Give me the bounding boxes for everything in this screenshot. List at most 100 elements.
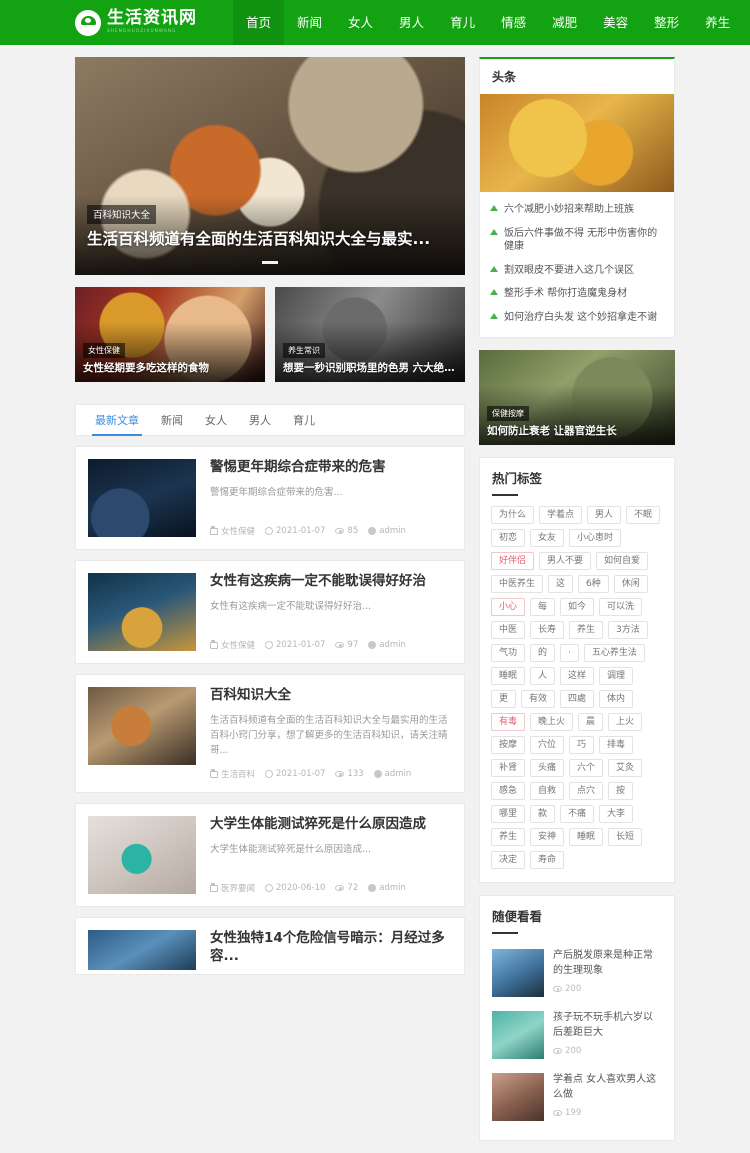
article-category[interactable]: 医界要闻 xyxy=(210,882,255,894)
tag-item[interactable]: 点穴 xyxy=(569,782,604,800)
headline-item[interactable]: 六个减肥小妙招来帮助上班族 xyxy=(490,198,664,222)
tag-item[interactable]: 补肾 xyxy=(491,759,526,777)
article-category[interactable]: 女性保健 xyxy=(210,639,255,651)
feature-card[interactable]: 女性保健 女性经期要多吃这样的食物 xyxy=(75,287,265,382)
article-title[interactable]: 大学生体能测试猝死是什么原因造成 xyxy=(210,816,452,834)
tag-item[interactable]: 每 xyxy=(530,598,556,616)
tag-item[interactable]: 如何自爱 xyxy=(596,552,649,570)
article-category[interactable]: 女性保健 xyxy=(210,525,255,537)
tag-item[interactable]: 人 xyxy=(530,667,556,685)
tag-item[interactable]: 养生 xyxy=(491,828,526,846)
tag-item[interactable]: 有效 xyxy=(521,690,556,708)
tag-item[interactable]: 排毒 xyxy=(599,736,634,754)
card-title[interactable]: 想要一秒识别职场里的色男 六大绝招看过 xyxy=(283,362,457,375)
tag-item[interactable]: 艾灸 xyxy=(608,759,643,777)
tag-item[interactable]: 可以洗 xyxy=(599,598,643,616)
tab-women[interactable]: 女人 xyxy=(196,405,236,436)
tag-item[interactable]: 女友 xyxy=(530,529,565,547)
tab-men[interactable]: 男人 xyxy=(240,405,280,436)
tag-item[interactable]: 决定 xyxy=(491,851,526,869)
card-category-badge[interactable]: 保健按摩 xyxy=(487,406,529,422)
tag-item[interactable]: 男人不要 xyxy=(539,552,592,570)
headlines-hero-image[interactable] xyxy=(480,94,674,192)
nav-item-plastic-surgery[interactable]: 整形 xyxy=(641,0,692,45)
tag-item[interactable]: 安神 xyxy=(530,828,565,846)
tag-item[interactable]: 五心养生法 xyxy=(583,644,645,662)
article-list-item[interactable]: 百科知识大全 生活百科频道有全面的生活百科知识大全与最实用的生活百科小窍门分享，… xyxy=(75,674,465,794)
random-pick-title[interactable]: 产后脱发原来是种正常的生理现象 xyxy=(553,949,662,978)
tag-item[interactable]: 小心 xyxy=(491,598,526,616)
tag-item[interactable]: 气功 xyxy=(491,644,526,662)
article-thumbnail[interactable] xyxy=(88,459,196,537)
hero-category-badge[interactable]: 百科知识大全 xyxy=(87,204,157,224)
article-title[interactable]: 女性独特14个危险信号暗示：月经过多容... xyxy=(210,930,452,965)
hero-title[interactable]: 生活百科频道有全面的生活百科知识大全与最实... xyxy=(87,230,453,249)
nav-item-women[interactable]: 女人 xyxy=(335,0,386,45)
card-category-badge[interactable]: 养生常识 xyxy=(283,343,325,359)
nav-item-men[interactable]: 男人 xyxy=(386,0,437,45)
tag-item[interactable]: 休闲 xyxy=(613,575,648,593)
tag-item[interactable]: 穴位 xyxy=(530,736,565,754)
tag-item[interactable]: 睡眠 xyxy=(569,828,604,846)
card-title[interactable]: 如何防止衰老 让器官逆生长 xyxy=(487,425,667,438)
hero-indicator[interactable] xyxy=(75,253,465,267)
random-pick-title[interactable]: 孩子玩不玩手机六岁以后差距巨大 xyxy=(553,1011,662,1040)
tag-item[interactable]: 按 xyxy=(608,782,634,800)
site-logo[interactable]: 生活资讯网 SHENGHUOZIXUNWANG xyxy=(75,9,215,36)
tag-item[interactable]: 寿命 xyxy=(530,851,565,869)
article-title[interactable]: 百科知识大全 xyxy=(210,687,452,705)
tag-item[interactable]: 感急 xyxy=(491,782,526,800)
tag-item[interactable]: 的 xyxy=(530,644,556,662)
tag-item[interactable]: 长寿 xyxy=(530,621,565,639)
tag-item[interactable]: 男人 xyxy=(587,506,622,524)
tag-item[interactable]: 不眠 xyxy=(626,506,661,524)
tab-parenting[interactable]: 育儿 xyxy=(284,405,324,436)
tag-item[interactable]: 初恋 xyxy=(491,529,526,547)
tag-item[interactable]: 长短 xyxy=(608,828,643,846)
tab-latest[interactable]: 最新文章 xyxy=(86,405,148,436)
tag-item[interactable]: 有毒 xyxy=(491,713,526,731)
article-list-item[interactable]: 女性有这疾病一定不能耽误得好好治 女性有这疾病一定不能耽误得好好治... 女性保… xyxy=(75,560,465,664)
tag-item[interactable]: 大李 xyxy=(599,805,634,823)
tag-item[interactable]: 四處 xyxy=(560,690,595,708)
card-category-badge[interactable]: 女性保健 xyxy=(83,343,125,359)
tag-item[interactable]: 3方法 xyxy=(608,621,648,639)
article-thumbnail[interactable] xyxy=(88,573,196,651)
random-pick-title[interactable]: 学着点 女人喜欢男人这么做 xyxy=(553,1073,662,1102)
tag-item[interactable]: 按摩 xyxy=(491,736,526,754)
tag-item[interactable]: 款 xyxy=(530,805,556,823)
tag-item[interactable]: 养生 xyxy=(569,621,604,639)
nav-item-emotion[interactable]: 情感 xyxy=(488,0,539,45)
feature-card[interactable]: 保健按摩 如何防止衰老 让器官逆生长 xyxy=(479,350,675,445)
tag-item[interactable]: 不痛 xyxy=(560,805,595,823)
card-title[interactable]: 女性经期要多吃这样的食物 xyxy=(83,362,257,375)
tag-item[interactable]: 晚上火 xyxy=(530,713,574,731)
headline-item[interactable]: 割双眼皮不要进入这几个误区 xyxy=(490,259,664,283)
tag-item[interactable]: 好伴侣 xyxy=(491,552,535,570)
tag-item[interactable]: 巧 xyxy=(569,736,595,754)
tag-item[interactable]: 体内 xyxy=(599,690,634,708)
article-thumbnail[interactable] xyxy=(88,687,196,765)
tag-item[interactable]: 头痛 xyxy=(530,759,565,777)
hero-indicator-dot[interactable] xyxy=(262,261,278,264)
tag-item[interactable]: 调理 xyxy=(599,667,634,685)
tag-item[interactable]: 中医 xyxy=(491,621,526,639)
tag-item[interactable]: 学着点 xyxy=(539,506,583,524)
tag-item[interactable]: 哪里 xyxy=(491,805,526,823)
article-list-item[interactable]: 大学生体能测试猝死是什么原因造成 大学生体能测试猝死是什么原因造成... 医界要… xyxy=(75,803,465,908)
nav-item-home[interactable]: 首页 xyxy=(233,0,285,45)
tag-item[interactable]: 小心患时 xyxy=(569,529,622,547)
feature-card[interactable]: 养生常识 想要一秒识别职场里的色男 六大绝招看过 xyxy=(275,287,465,382)
tag-item[interactable]: 6种 xyxy=(578,575,609,593)
tag-item[interactable]: 这样 xyxy=(560,667,595,685)
random-pick-thumbnail[interactable] xyxy=(492,1011,544,1059)
article-title[interactable]: 警惕更年期综合症带来的危害 xyxy=(210,459,452,477)
random-pick-item[interactable]: 孩子玩不玩手机六岁以后差距巨大 200 xyxy=(492,1004,662,1066)
nav-item-beauty[interactable]: 美容 xyxy=(590,0,641,45)
tag-item[interactable]: 六个 xyxy=(569,759,604,777)
article-list-item[interactable]: 警惕更年期综合症带来的危害 警惕更年期综合症带来的危害... 女性保健 2021… xyxy=(75,446,465,550)
article-list-item[interactable]: 女性独特14个危险信号暗示：月经过多容... xyxy=(75,917,465,976)
tag-item[interactable]: 如今 xyxy=(560,598,595,616)
tag-item[interactable]: 更 xyxy=(491,690,517,708)
tag-item[interactable]: 睡眠 xyxy=(491,667,526,685)
